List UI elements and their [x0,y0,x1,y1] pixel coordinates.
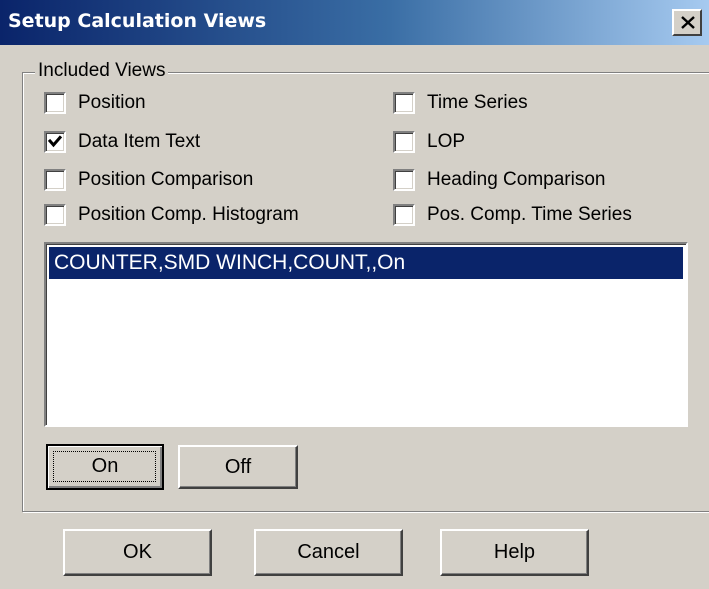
checkbox-box[interactable] [393,92,415,114]
close-icon [681,16,695,29]
ok-button[interactable]: OK [63,529,212,576]
checkbox-lop[interactable]: LOP [393,131,465,153]
checkbox-label: Pos. Comp. Time Series [427,204,632,225]
checkbox-time-series[interactable]: Time Series [393,92,528,114]
checkbox-label: Heading Comparison [427,169,606,190]
checkbox-label: Time Series [427,92,528,113]
focus-rectangle [53,451,156,482]
setup-calculation-views-dialog: Setup Calculation Views Included Views P… [0,0,709,589]
cancel-button-label: Cancel [297,541,360,563]
checkbox-label: Position Comparison [78,169,254,190]
title-bar[interactable]: Setup Calculation Views [0,0,709,45]
checkbox-heading-comparison[interactable]: Heading Comparison [393,169,606,191]
checkbox-box[interactable] [393,204,415,226]
checkbox-position-comp-histogram[interactable]: Position Comp. Histogram [44,204,299,226]
checkbox-box[interactable] [44,169,66,191]
views-listbox[interactable]: COUNTER,SMD WINCH,COUNT,,On [44,242,688,427]
checkbox-position[interactable]: Position [44,92,146,114]
checkbox-label: LOP [427,131,466,152]
off-button[interactable]: Off [178,445,298,489]
ok-button-label: OK [123,541,152,563]
checkbox-box[interactable] [44,204,66,226]
window-title: Setup Calculation Views [8,10,267,32]
cancel-button[interactable]: Cancel [254,529,403,576]
on-button[interactable]: On [46,444,164,490]
checkbox-position-comparison[interactable]: Position Comparison [44,169,253,191]
off-button-label: Off [224,456,252,478]
checkbox-box[interactable] [393,169,415,191]
checkmark-icon [47,135,63,148]
checkbox-pos-comp-time-series[interactable]: Pos. Comp. Time Series [393,204,632,226]
help-button[interactable]: Help [440,529,589,576]
checkbox-label: Data Item Text [78,131,201,152]
checkbox-box[interactable] [393,131,415,153]
list-item[interactable]: COUNTER,SMD WINCH,COUNT,,On [49,247,683,279]
checkbox-data-item-text[interactable]: Data Item Text [44,131,200,153]
help-button-label: Help [493,541,536,563]
included-views-label: Included Views [35,60,169,82]
checkbox-box[interactable] [44,92,66,114]
checkbox-label: Position [78,92,146,113]
close-button[interactable] [672,9,702,36]
checkbox-label: Position Comp. Histogram [78,204,299,225]
checkbox-box[interactable] [44,131,66,153]
